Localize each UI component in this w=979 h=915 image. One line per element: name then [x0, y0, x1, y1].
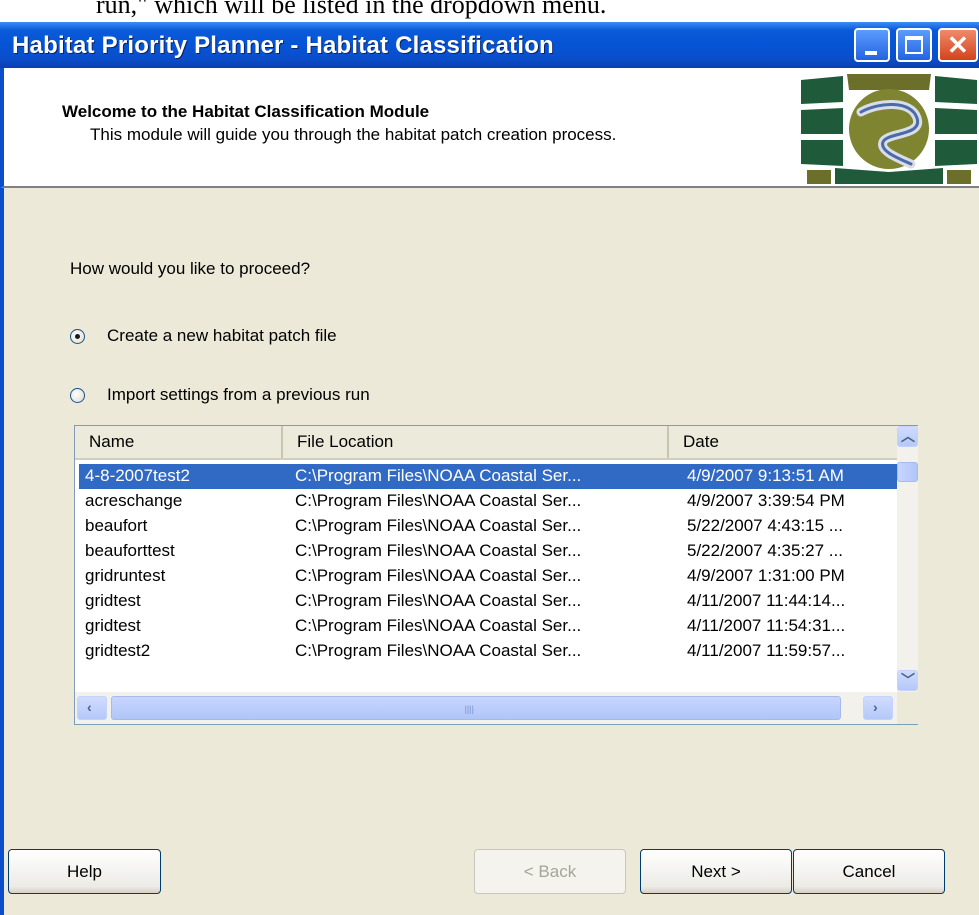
horizontal-scroll-thumb[interactable]: IIII: [111, 696, 841, 720]
chevron-down-icon: ﹀: [901, 672, 915, 688]
scroll-up-button[interactable]: ︿: [897, 426, 918, 447]
row-date: 4/11/2007 11:59:57...: [687, 641, 846, 660]
wizard-header: Welcome to the Habitat Classification Mo…: [0, 68, 979, 188]
scrollbar-corner: [897, 692, 918, 724]
help-button[interactable]: Help: [8, 849, 161, 894]
radio-import-previous[interactable]: Import settings from a previous run: [70, 385, 370, 405]
row-name: gridtest2: [85, 641, 151, 660]
close-button[interactable]: ✕: [938, 28, 978, 62]
radio-import-previous-label[interactable]: Import settings from a previous run: [107, 385, 370, 405]
column-header-name[interactable]: Name: [75, 426, 283, 458]
radio-import-previous-button[interactable]: [70, 387, 85, 403]
row-name: beaufort: [85, 516, 148, 535]
row-location: C:\Program Files\NOAA Coastal Ser...: [295, 641, 582, 660]
back-button: < Back: [474, 849, 626, 894]
row-location: C:\Program Files\NOAA Coastal Ser...: [295, 491, 582, 510]
radio-create-new-label[interactable]: Create a new habitat patch file: [107, 326, 337, 346]
table-row[interactable]: beaufort C:\Program Files\NOAA Coastal S…: [79, 514, 897, 539]
table-row[interactable]: beauforttest C:\Program Files\NOAA Coast…: [79, 539, 897, 564]
row-date: 4/9/2007 1:31:00 PM: [687, 566, 845, 585]
table-row[interactable]: 4-8-2007test2 C:\Program Files\NOAA Coas…: [79, 464, 897, 489]
row-location: C:\Program Files\NOAA Coastal Ser...: [295, 541, 582, 560]
proceed-prompt: How would you like to proceed?: [70, 259, 311, 278]
horizontal-scrollbar[interactable]: ‹ IIII ›: [75, 692, 897, 724]
window-titlebar[interactable]: Habitat Priority Planner - Habitat Class…: [0, 22, 979, 68]
row-date: 4/11/2007 11:44:14...: [687, 591, 846, 610]
row-name: gridtest: [85, 616, 141, 635]
maximize-icon: [905, 36, 923, 54]
list-header: Name File Location Date: [75, 426, 897, 460]
background-document-strip: run," which will be listed in the dropdo…: [0, 0, 979, 22]
header-title: Welcome to the Habitat Classification Mo…: [62, 102, 430, 121]
vertical-scrollbar[interactable]: ︿ ﹀: [897, 426, 918, 692]
radio-create-new-button[interactable]: [70, 328, 85, 344]
row-name: gridtest: [85, 591, 141, 610]
previous-runs-list[interactable]: Name File Location Date 4-8-2007test2 C:…: [74, 425, 918, 725]
row-date: 4/9/2007 9:13:51 AM: [687, 466, 844, 485]
row-name: beauforttest: [85, 541, 175, 560]
table-row[interactable]: gridtest2 C:\Program Files\NOAA Coastal …: [79, 639, 897, 664]
row-location: C:\Program Files\NOAA Coastal Ser...: [295, 616, 582, 635]
table-row[interactable]: gridruntest C:\Program Files\NOAA Coasta…: [79, 564, 897, 589]
list-rows: 4-8-2007test2 C:\Program Files\NOAA Coas…: [79, 464, 897, 664]
row-date: 4/9/2007 3:39:54 PM: [687, 491, 845, 510]
next-button[interactable]: Next >: [640, 849, 792, 894]
column-header-date[interactable]: Date: [669, 426, 897, 458]
scroll-grip: IIII: [464, 703, 474, 717]
row-location: C:\Program Files\NOAA Coastal Ser...: [295, 466, 582, 485]
row-name: 4-8-2007test2: [85, 466, 190, 485]
habitat-logo-icon: [801, 74, 977, 184]
vertical-scroll-thumb[interactable]: [897, 462, 918, 482]
header-subtitle: This module will guide you through the h…: [90, 125, 617, 144]
row-date: 4/11/2007 11:54:31...: [687, 616, 846, 635]
window-left-border: [0, 188, 4, 915]
row-location: C:\Program Files\NOAA Coastal Ser...: [295, 591, 582, 610]
table-row[interactable]: gridtest C:\Program Files\NOAA Coastal S…: [79, 589, 897, 614]
chevron-up-icon: ︿: [901, 428, 915, 444]
radio-create-new[interactable]: Create a new habitat patch file: [70, 326, 337, 346]
table-row[interactable]: gridtest C:\Program Files\NOAA Coastal S…: [79, 614, 897, 639]
row-date: 5/22/2007 4:43:15 ...: [687, 516, 843, 535]
background-document-text: run," which will be listed in the dropdo…: [96, 0, 607, 19]
table-row[interactable]: acreschange C:\Program Files\NOAA Coasta…: [79, 489, 897, 514]
row-date: 5/22/2007 4:35:27 ...: [687, 541, 843, 560]
close-icon: ✕: [947, 30, 969, 60]
row-location: C:\Program Files\NOAA Coastal Ser...: [295, 566, 582, 585]
column-header-file-location[interactable]: File Location: [283, 426, 669, 458]
scroll-right-button[interactable]: ›: [863, 696, 893, 720]
window-title: Habitat Priority Planner - Habitat Class…: [12, 32, 554, 59]
minimize-button[interactable]: [854, 28, 890, 62]
chevron-left-icon: ‹: [87, 699, 92, 715]
row-name: gridruntest: [85, 566, 166, 585]
scroll-down-button[interactable]: ﹀: [897, 670, 918, 691]
minimize-icon: [865, 51, 877, 55]
cancel-button[interactable]: Cancel: [793, 849, 945, 894]
chevron-right-icon: ›: [873, 699, 878, 715]
row-name: acreschange: [85, 491, 183, 510]
maximize-button[interactable]: [896, 28, 932, 62]
scroll-left-button[interactable]: ‹: [77, 696, 107, 720]
row-location: C:\Program Files\NOAA Coastal Ser...: [295, 516, 582, 535]
